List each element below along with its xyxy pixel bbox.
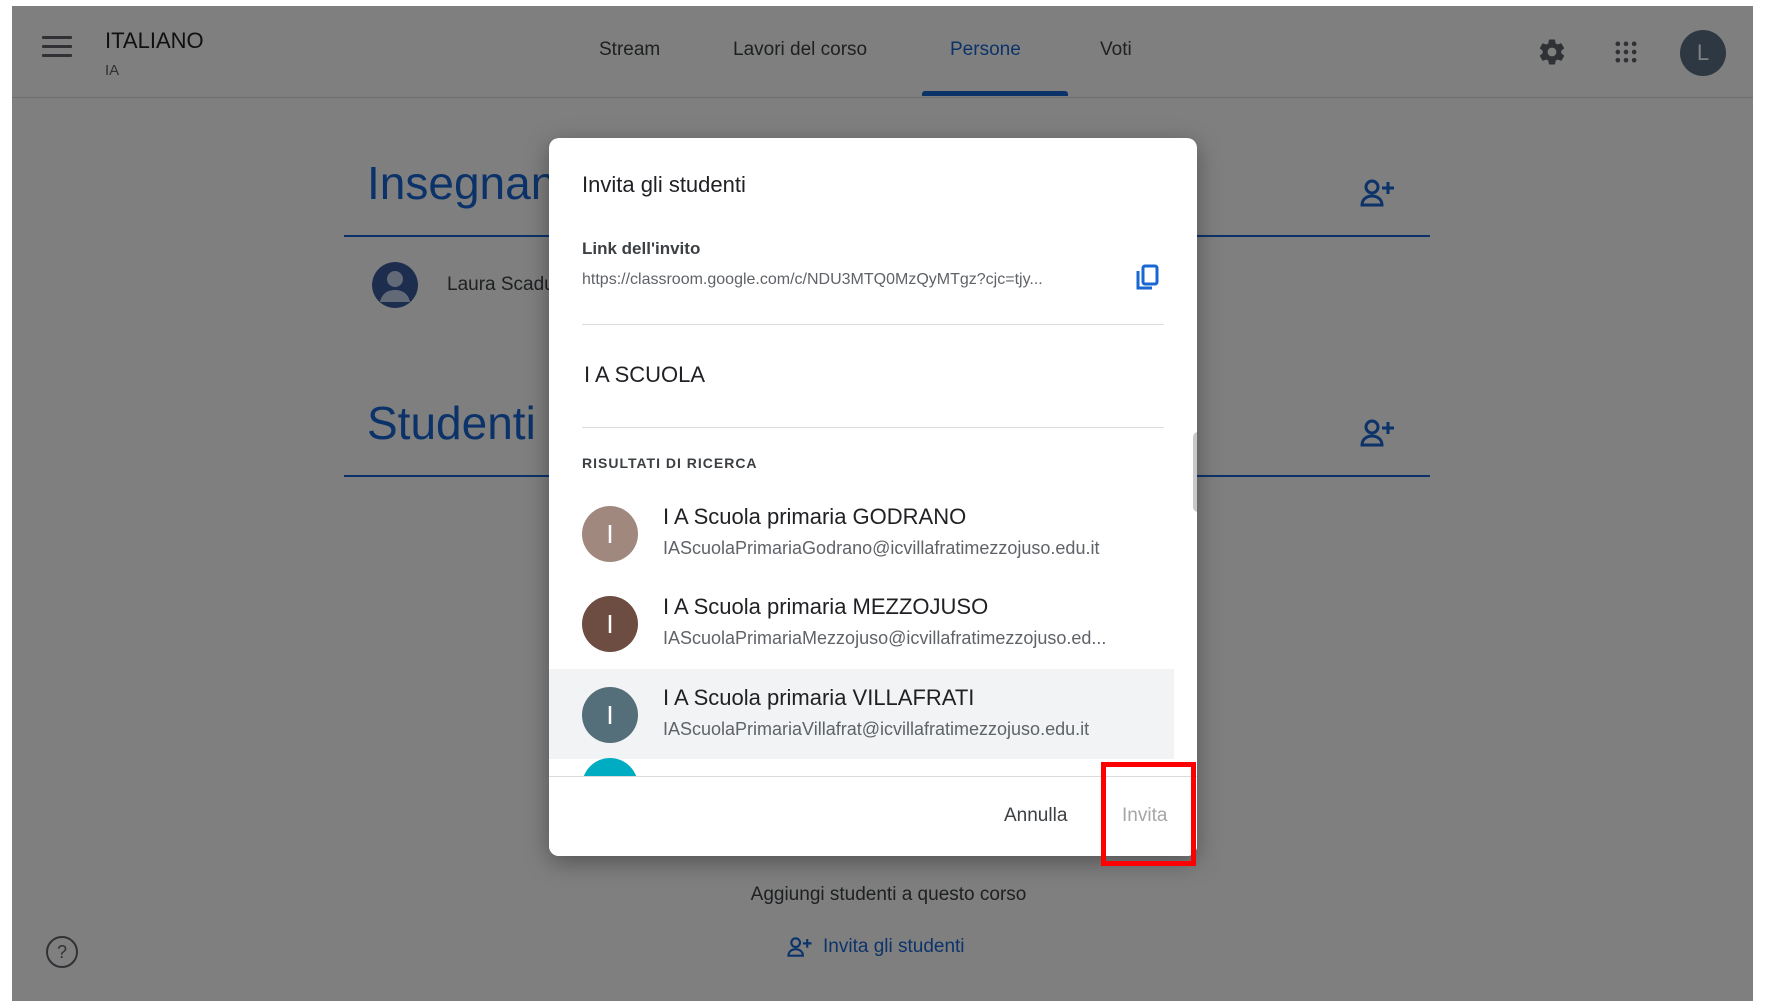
search-result-item[interactable]: I I A Scuola primaria GODRANO IAScuolaPr…	[549, 488, 1174, 578]
student-search-input[interactable]	[582, 352, 1146, 398]
page-edge	[1753, 0, 1765, 1001]
invite-link-url: https://classroom.google.com/c/NDU3MTQ0M…	[582, 271, 1043, 288]
result-email: IAScuolaPrimariaGodrano@icvillafratimezz…	[663, 538, 1100, 558]
result-avatar: I	[582, 506, 638, 562]
result-name: I A Scuola primaria GODRANO	[663, 504, 967, 529]
search-divider	[582, 427, 1164, 428]
dialog-divider	[582, 324, 1164, 325]
search-result-item-selected[interactable]: I I A Scuola primaria VILLAFRATI IAScuol…	[549, 669, 1174, 759]
copy-icon[interactable]	[1135, 264, 1165, 294]
dialog-actions: Annulla Invita	[549, 776, 1197, 856]
invite-students-dialog: Invita gli studenti Link dell'invito htt…	[549, 138, 1197, 856]
search-results-label: RISULTATI DI RICERCA	[582, 455, 758, 471]
result-avatar: I	[582, 596, 638, 652]
result-email: IAScuolaPrimariaMezzojuso@icvillafratime…	[663, 628, 1107, 648]
result-avatar: I	[582, 687, 638, 743]
search-result-item[interactable]: I I A Scuola primaria MEZZOJUSO IAScuola…	[549, 578, 1174, 668]
dialog-title: Invita gli studenti	[582, 172, 746, 197]
result-name: I A Scuola primaria MEZZOJUSO	[663, 594, 989, 619]
result-email: IAScuolaPrimariaVillafrat@icvillafratime…	[663, 719, 1090, 739]
highlight-box	[1101, 762, 1196, 866]
cancel-button[interactable]: Annulla	[1004, 805, 1067, 827]
result-name: I A Scuola primaria VILLAFRATI	[663, 685, 975, 710]
invite-link-label: Link dell'invito	[582, 239, 701, 258]
